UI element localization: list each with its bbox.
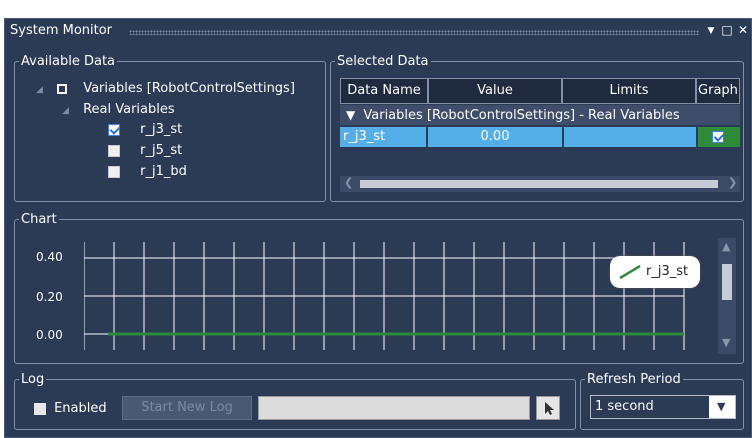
tree-item[interactable]: r_j1_bd <box>108 164 187 179</box>
y-tick-label: 0.00 <box>36 328 63 342</box>
cell-graph[interactable] <box>698 127 740 147</box>
close-icon[interactable]: ✕ <box>737 23 749 37</box>
tree-group[interactable]: ◢ Real Variables <box>62 102 175 117</box>
y-tick-label: 0.20 <box>36 290 63 304</box>
item-checkbox[interactable] <box>108 123 120 136</box>
tree-item-label: r_j3_st <box>140 122 183 137</box>
scroll-left-icon[interactable]: ❮ <box>344 176 353 189</box>
log-path-field[interactable] <box>258 396 530 420</box>
tree-item-label: r_j1_bd <box>140 164 187 179</box>
available-data-legend: Available Data <box>21 54 116 69</box>
column-header[interactable]: Value <box>428 78 562 104</box>
column-header[interactable]: Graph <box>696 78 740 104</box>
enabled-label: Enabled <box>54 401 107 416</box>
column-header[interactable]: Limits <box>562 78 696 104</box>
refresh-period-select[interactable]: 1 second ▼ <box>590 395 736 419</box>
tree-root-label: Variables [RobotControlSettings] <box>83 81 295 96</box>
y-tick-label: 0.40 <box>36 250 63 264</box>
scroll-up-icon[interactable]: ▲ <box>722 240 730 253</box>
cell-limits[interactable] <box>564 127 696 147</box>
cell-value[interactable]: 0.00 <box>428 127 562 147</box>
window-title: System Monitor <box>10 23 113 38</box>
scroll-right-icon[interactable]: ❯ <box>728 176 737 189</box>
tree-item[interactable]: r_j3_st <box>108 122 182 137</box>
chart-vertical-scrollbar[interactable]: ▲ ▼ <box>718 238 736 354</box>
enabled-checkbox[interactable] <box>34 402 46 415</box>
item-checkbox[interactable] <box>108 165 120 178</box>
title-bar[interactable]: System Monitor ▼ □ ✕ <box>5 19 751 45</box>
dropdown-icon[interactable]: ▼ <box>705 26 717 36</box>
collapse-triangle-icon[interactable]: ◢ <box>62 106 69 116</box>
maximize-icon[interactable]: □ <box>721 23 733 37</box>
scroll-thumb[interactable] <box>722 264 732 300</box>
chevron-down-icon: ▼ <box>717 400 726 413</box>
selected-data-legend: Selected Data <box>337 54 429 69</box>
start-new-log-button[interactable]: Start New Log <box>122 396 252 420</box>
expand-triangle-icon[interactable]: ▼ <box>346 108 355 122</box>
group-row-label: Variables [RobotControlSettings] - Real … <box>363 108 680 123</box>
enabled-toggle[interactable]: Enabled <box>34 398 107 417</box>
legend-line-icon <box>619 264 641 280</box>
refresh-period-value: 1 second <box>595 399 654 414</box>
browse-pointer-icon <box>545 402 554 415</box>
tree-item[interactable]: r_j5_st <box>108 143 182 158</box>
cell-name: r_j3_st <box>340 127 426 147</box>
collapse-triangle-icon[interactable]: ◢ <box>36 85 43 95</box>
browse-button[interactable] <box>536 396 560 420</box>
tree-item-label: r_j5_st <box>140 143 183 158</box>
group-row[interactable]: ▼ Variables [RobotControlSettings] - Rea… <box>340 105 740 125</box>
tree-group-label: Real Variables <box>83 102 175 117</box>
legend-series-label: r_j3_st <box>646 264 689 279</box>
column-header[interactable]: Data Name <box>340 78 428 104</box>
scroll-down-icon[interactable]: ▼ <box>722 336 730 349</box>
dropdown-button[interactable]: ▼ <box>709 396 735 418</box>
root-checkbox-icon[interactable] <box>57 83 68 94</box>
horizontal-scrollbar[interactable]: ❮ ❯ <box>340 176 740 192</box>
chart-legend: Chart <box>21 212 57 227</box>
chart-legend-box: r_j3_st <box>610 256 700 288</box>
graph-checkbox[interactable] <box>712 131 724 143</box>
selected-data-table: Data Name Value Limits Graph ▼ Variables… <box>336 78 740 196</box>
drag-grip[interactable] <box>129 30 699 35</box>
refresh-period-legend: Refresh Period <box>587 372 681 387</box>
tree-root[interactable]: ◢ Variables [RobotControlSettings] <box>36 81 295 96</box>
scroll-thumb[interactable] <box>360 180 718 188</box>
log-legend: Log <box>21 372 45 387</box>
item-checkbox[interactable] <box>108 144 120 157</box>
